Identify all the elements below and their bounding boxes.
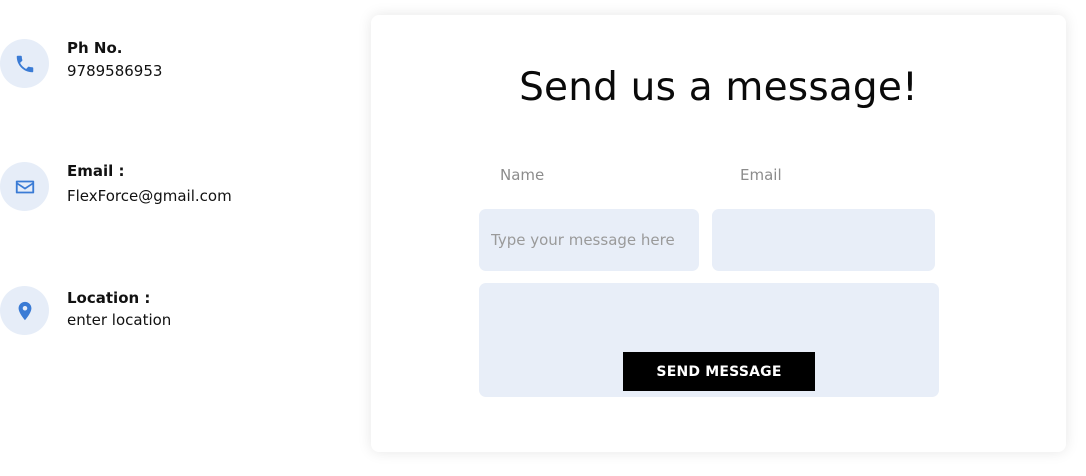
phone-label: Ph No. [67, 39, 123, 57]
contact-location-text: Location : enter location [67, 289, 171, 330]
phone-icon [0, 39, 49, 88]
mail-icon [0, 162, 49, 211]
name-label: Name [500, 166, 545, 184]
name-input[interactable] [479, 209, 699, 271]
email-input[interactable] [712, 209, 935, 271]
send-message-button[interactable]: SEND MESSAGE [623, 352, 815, 391]
message-card: Send us a message! Name Email SEND MESSA… [371, 15, 1066, 452]
location-pin-icon [0, 286, 49, 335]
email-value: FlexForce@gmail.com [67, 187, 232, 205]
contact-phone-text: Ph No. 9789586953 [67, 39, 162, 81]
email-label: Email : [67, 162, 125, 180]
page: Ph No. 9789586953 Email : FlexForce@gmai… [0, 0, 1086, 476]
location-value: enter location [67, 311, 172, 329]
email-field-label: Email [740, 166, 782, 184]
phone-value: 9789586953 [67, 62, 163, 80]
contact-email-text: Email : FlexForce@gmail.com [67, 162, 232, 206]
form-title: Send us a message! [519, 65, 918, 110]
location-label: Location : [67, 289, 151, 307]
